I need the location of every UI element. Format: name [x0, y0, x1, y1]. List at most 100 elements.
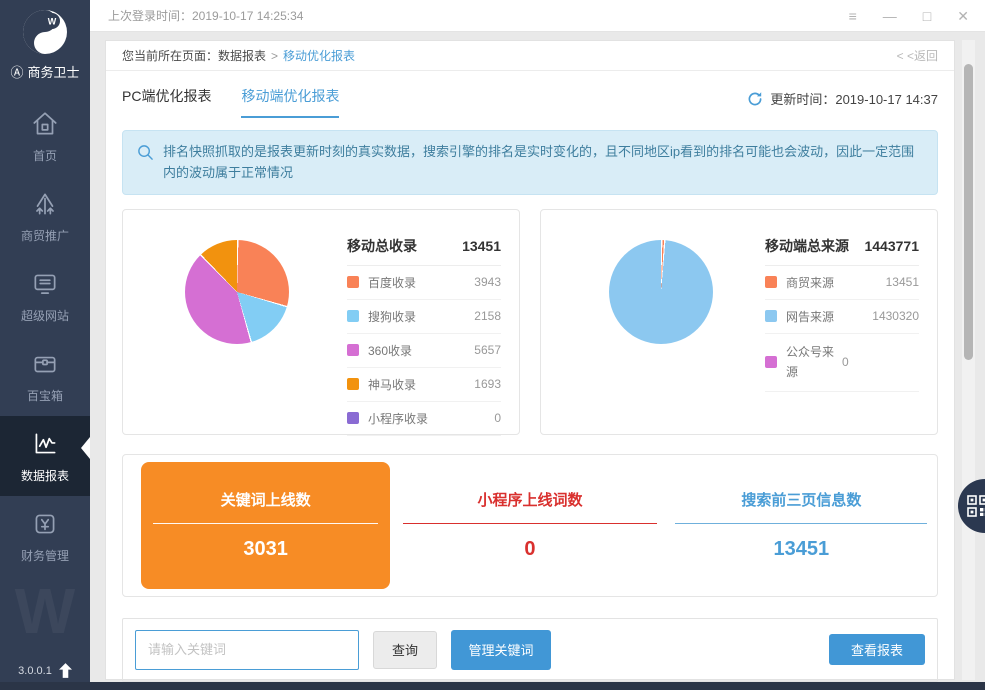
- content-panel: 您当前所在页面：数据报表 > 移动优化报表 < <返回 PC端优化报表 移动端优…: [105, 40, 955, 680]
- legend-value: 3943: [474, 275, 501, 289]
- query-button[interactable]: 查询: [373, 631, 437, 669]
- stat-keywords-online-card[interactable]: 关键词上线数 3031: [141, 462, 390, 589]
- tab-mobile-report[interactable]: 移动端优化报表: [241, 86, 339, 118]
- keyword-toolbar: 查询 管理关键词 查看报表: [122, 618, 938, 682]
- title-bar: 上次登录时间：2019-10-17 14:25:34 ≡ — □ ✕: [90, 0, 985, 32]
- sidebar-item-finance[interactable]: 财务管理: [0, 496, 90, 576]
- legend-item: 公众号来源 0: [765, 334, 919, 392]
- mobile-source-chart-card: 移动端总来源 1443771 商贸来源 13451 网告来源 1430320: [540, 209, 938, 435]
- minimize-icon[interactable]: —: [883, 9, 897, 23]
- legend-label: 公众号来源: [786, 342, 842, 383]
- logo-watermark: W: [0, 574, 90, 648]
- mobile-source-pie-chart: [609, 240, 713, 344]
- report-tabs: PC端优化报表 移动端优化报表: [122, 86, 339, 118]
- manage-keywords-button[interactable]: 管理关键词: [451, 630, 551, 670]
- stat-divider: [675, 523, 927, 524]
- sidebar-item-label: 首页: [33, 147, 57, 164]
- promotion-arrows-icon: [30, 189, 60, 219]
- refresh-icon[interactable]: [747, 91, 763, 107]
- app-logo: W: [0, 0, 90, 55]
- breadcrumb-prefix: 您当前所在页面：数据报表: [122, 47, 266, 64]
- brand-name: 商务卫士: [28, 62, 80, 81]
- brand-row: Ⓐ 商务卫士: [0, 62, 90, 81]
- legend-value: 2158: [474, 309, 501, 323]
- mobile-index-legend: 移动总收录 13451 百度收录 3943 搜狗收录 2158: [347, 236, 501, 436]
- legend-swatch: [347, 310, 359, 322]
- legend-label: 360收录: [368, 342, 474, 359]
- svg-text:W: W: [48, 17, 57, 27]
- legend-title: 移动总收录: [347, 236, 417, 256]
- keyword-search-input[interactable]: [135, 630, 359, 670]
- sidebar-item-home[interactable]: 首页: [0, 96, 90, 176]
- sidebar-item-label: 百宝箱: [27, 387, 63, 404]
- stat-title: 关键词上线数: [221, 489, 311, 510]
- mobile-index-pie-chart: [185, 240, 289, 344]
- view-report-button[interactable]: 查看报表: [829, 634, 925, 665]
- mobile-index-chart-card: 移动总收录 13451 百度收录 3943 搜狗收录 2158: [122, 209, 520, 435]
- sidebar: W Ⓐ 商务卫士 首页 商贸推广: [0, 0, 90, 690]
- legend-item: 小程序收录 0: [347, 402, 501, 436]
- chart-line-icon: [30, 429, 60, 459]
- legend-item: 360收录 5657: [347, 334, 501, 368]
- legend-item: 神马收录 1693: [347, 368, 501, 402]
- stat-top3-pages-info[interactable]: 搜索前三页信息数 13451: [666, 455, 937, 596]
- legend-item: 网告来源 1430320: [765, 300, 919, 334]
- legend-total: 1443771: [864, 238, 919, 254]
- legend-title: 移动端总来源: [765, 236, 849, 256]
- tab-pc-report[interactable]: PC端优化报表: [122, 86, 211, 118]
- notice-text: 排名快照抓取的是报表更新时刻的真实数据，搜索引擎的排名是实时变化的，且不同地区i…: [163, 141, 923, 184]
- legend-swatch: [347, 276, 359, 288]
- home-icon: [30, 109, 60, 139]
- stat-value: 13451: [774, 538, 830, 561]
- legend-swatch: [347, 412, 359, 424]
- window-controls: ≡ — □ ✕: [849, 9, 985, 23]
- stat-divider: [403, 523, 657, 524]
- breadcrumb-separator: >: [271, 49, 278, 63]
- stat-miniprogram-words[interactable]: 小程序上线词数 0: [394, 455, 665, 596]
- stat-divider: [153, 523, 378, 524]
- close-icon[interactable]: ✕: [957, 9, 969, 23]
- sidebar-item-website[interactable]: 超级网站: [0, 256, 90, 336]
- menu-icon[interactable]: ≡: [849, 9, 857, 23]
- sidebar-item-label: 商贸推广: [21, 227, 69, 244]
- logo-icon: W: [22, 9, 68, 55]
- breadcrumb-current-link[interactable]: 移动优化报表: [283, 47, 355, 64]
- legend-label: 小程序收录: [368, 410, 494, 427]
- legend-item: 商贸来源 13451: [765, 266, 919, 300]
- back-link[interactable]: < <返回: [897, 47, 938, 64]
- stat-title: 搜索前三页信息数: [741, 489, 861, 510]
- legend-value: 1430320: [872, 309, 919, 323]
- legend-value: 13451: [886, 275, 919, 289]
- legend-swatch: [347, 378, 359, 390]
- scrollbar-thumb[interactable]: [964, 64, 973, 360]
- legend-swatch: [765, 356, 777, 368]
- legend-label: 神马收录: [368, 376, 474, 393]
- qr-code-icon: [967, 495, 985, 517]
- sidebar-item-data-report[interactable]: 数据报表: [0, 416, 90, 496]
- legend-value: 1693: [474, 377, 501, 391]
- legend-value: 5657: [474, 343, 501, 357]
- maximize-icon[interactable]: □: [923, 9, 931, 23]
- legend-label: 网告来源: [786, 308, 872, 325]
- stat-value: 3031: [243, 538, 288, 561]
- breadcrumb: 您当前所在页面：数据报表 > 移动优化报表 < <返回: [106, 41, 954, 71]
- search-icon: [137, 144, 154, 161]
- charts-row: 移动总收录 13451 百度收录 3943 搜狗收录 2158: [122, 209, 938, 435]
- bottom-strip: [0, 682, 985, 690]
- legend-value: 0: [494, 411, 501, 425]
- sidebar-item-label: 数据报表: [21, 467, 69, 484]
- legend-label: 商贸来源: [786, 274, 886, 291]
- sidebar-nav: 首页 商贸推广 超级网站 百宝箱: [0, 96, 90, 576]
- sidebar-item-promotion[interactable]: 商贸推广: [0, 176, 90, 256]
- update-arrow-icon[interactable]: [59, 663, 72, 678]
- sidebar-item-label: 财务管理: [21, 547, 69, 564]
- legend-value: 0: [842, 355, 849, 369]
- version-label: 3.0.0.1: [18, 665, 52, 677]
- legend-swatch: [765, 310, 777, 322]
- legend-swatch: [347, 344, 359, 356]
- stat-keywords-online: 关键词上线数 3031: [123, 455, 394, 596]
- sidebar-item-toolbox[interactable]: 百宝箱: [0, 336, 90, 416]
- update-time-row: 更新时间：2019-10-17 14:37: [747, 89, 938, 118]
- app-window: 上次登录时间：2019-10-17 14:25:34 ≡ — □ ✕ W Ⓐ 商…: [0, 0, 985, 690]
- toolbox-icon: [30, 349, 60, 379]
